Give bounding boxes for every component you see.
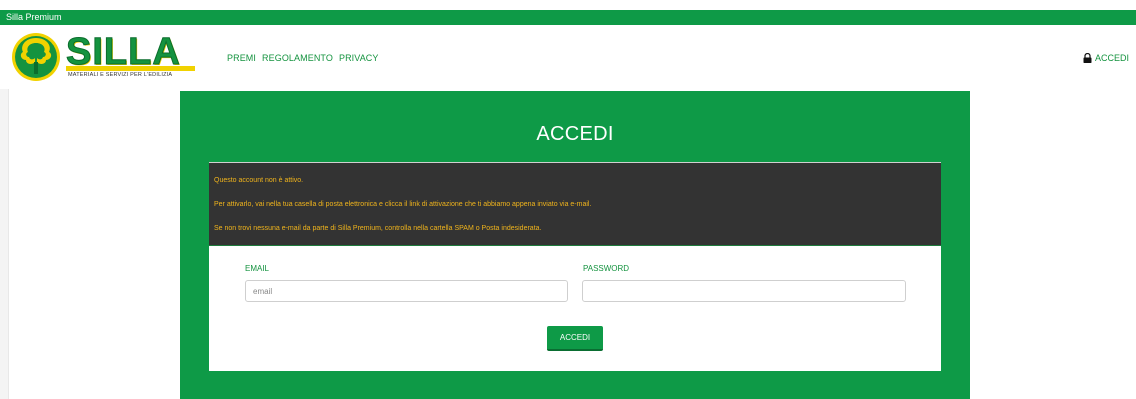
alert-line-1: Questo account non è attivo. [214, 177, 304, 184]
inactive-account-alert: Questo account non è attivo. Per attivar… [209, 162, 941, 247]
logo-tagline: MATERIALI E SERVIZI PER L'EDILIZIA [68, 72, 173, 78]
login-form: EMAIL PASSWORD ACCEDI [209, 246, 941, 371]
nav-item-regolamento[interactable]: REGOLAMENTO [262, 53, 333, 63]
left-edge [0, 89, 9, 399]
nav-item-privacy[interactable]: PRIVACY [339, 53, 379, 63]
password-label: PASSWORD [583, 264, 630, 273]
logo-wordmark: SILLA [66, 31, 181, 73]
login-title: ACCEDI [536, 123, 614, 145]
email-label: EMAIL [245, 264, 270, 273]
top-bar: Silla Premium [0, 10, 1136, 25]
header: SILLA MATERIALI E SERVIZI PER L'EDILIZIA… [0, 25, 1136, 89]
silla-logo[interactable]: SILLA MATERIALI E SERVIZI PER L'EDILIZIA [11, 32, 195, 82]
login-panel: ACCEDI Questo account non è attivo. Per … [180, 91, 970, 399]
email-field[interactable] [245, 280, 568, 302]
page: Silla Premium SILLA MATERIALI E SERVIZI … [0, 0, 1136, 399]
alert-line-3: Se non trovi nessuna e-mail da parte di … [214, 225, 542, 232]
password-field[interactable] [582, 280, 906, 302]
header-login-label: ACCEDI [1094, 53, 1129, 63]
nav-item-premi[interactable]: PREMI [227, 53, 256, 63]
site-title: Silla Premium [6, 12, 62, 22]
login-submit-button[interactable]: ACCEDI [547, 326, 603, 351]
main-nav: PREMI REGOLAMENTO PRIVACY [227, 53, 379, 63]
lock-icon [1083, 53, 1092, 63]
silla-logo-tree-icon [12, 33, 60, 81]
header-login-link[interactable]: ACCEDI [1083, 53, 1129, 63]
alert-line-2: Per attivarlo, vai nella tua casella di … [214, 201, 592, 208]
